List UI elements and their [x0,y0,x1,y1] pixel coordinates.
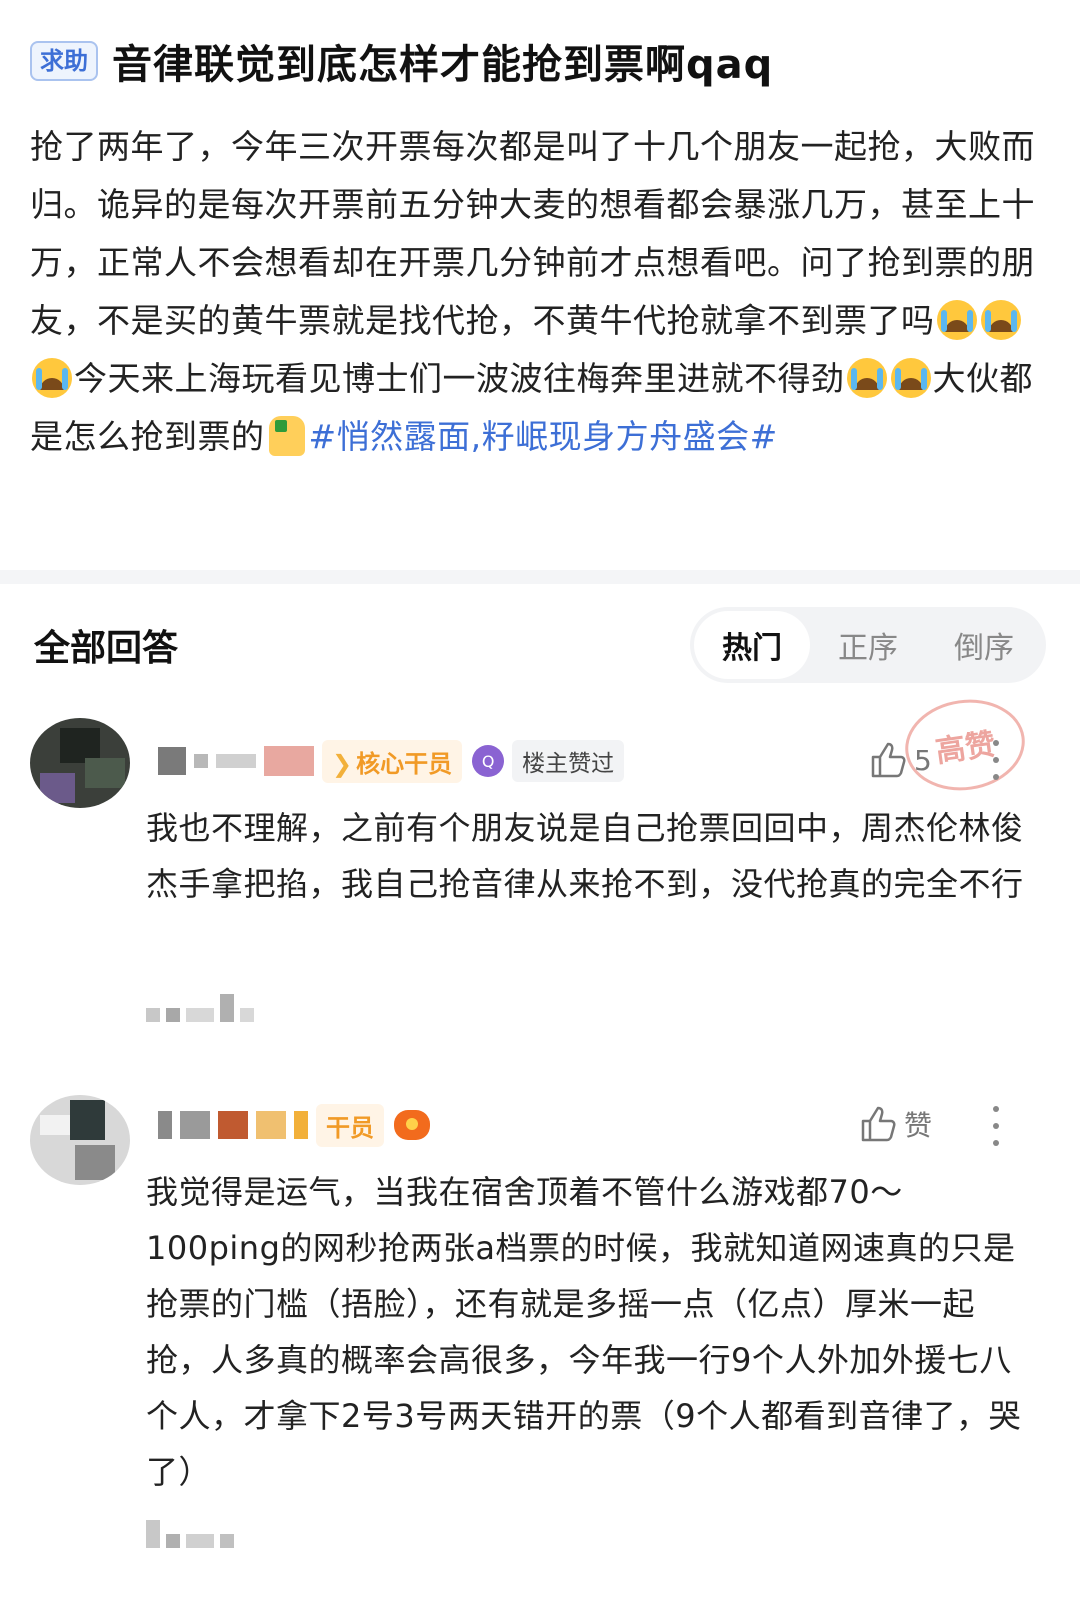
crying-emoji-icon [980,300,1021,340]
post-title: 音律联觉到底怎样才能抢到票啊qaq [112,42,774,88]
thumbs-up-icon [871,742,906,778]
level-badge: ❯ 核心干员 [322,739,463,783]
owner-liked-badge: 楼主赞过 [512,740,625,782]
more-options-icon[interactable] [992,1106,1000,1146]
game-controller-icon [394,1110,430,1140]
thumbs-up-icon [861,1106,896,1142]
level-badge: 干员 [316,1103,384,1147]
answers-header: 全部回答 热门 正序 倒序 [34,607,1046,683]
username-blurred[interactable] [158,1111,308,1139]
like-button[interactable]: 赞 [858,1104,932,1144]
answer-footer-blurred [146,994,254,1022]
post-header: 求助 音律联觉到底怎样才能抢到票啊qaq [30,32,1050,90]
tab-hot[interactable]: 热门 [694,611,810,679]
crying-emoji-icon [890,358,931,398]
tab-ascending[interactable]: 正序 [810,611,926,679]
tab-descending[interactable]: 倒序 [926,611,1042,679]
crying-emoji-icon [846,358,887,398]
answer-footer-blurred [146,1520,234,1548]
pray-emoji-icon [268,416,305,456]
answer-text: 我也不理解，之前有个朋友说是自己抢票回回中，周杰伦林俊杰手拿把掐，我自己抢音律从… [146,809,1024,903]
crying-emoji-icon [936,300,977,340]
username-blurred[interactable] [158,746,314,776]
avatar[interactable] [30,718,130,808]
answers-title: 全部回答 [34,628,179,669]
section-divider [0,570,1080,584]
like-label: 赞 [904,1109,933,1142]
hashtag-link[interactable]: #悄然露面,籽岷现身方舟盛会# [309,417,778,456]
post-body-text-1: 抢了两年了，今年三次开票每次都是叫了十几个朋友一起抢，大败而归。诡异的是每次开票… [30,127,1035,340]
post-body-text-2: 今天来上海玩看见博士们一波波往梅奔里进就不得劲 [74,359,845,398]
like-count: 5 [914,743,932,777]
answer-text: 我觉得是运气，当我在宿舍顶着不管什么游戏都70～100ping的网秒抢两张a档票… [146,1173,1022,1491]
post-body: 抢了两年了，今年三次开票每次都是叫了十几个朋友一起抢，大败而归。诡异的是每次开票… [30,118,1040,466]
more-options-icon[interactable] [992,740,1000,780]
help-tag-badge[interactable]: 求助 [30,41,98,81]
avatar[interactable] [30,1095,130,1185]
crying-emoji-icon [32,358,72,398]
like-button[interactable]: 5 [868,740,932,780]
owner-avatar-icon: Q [472,745,505,777]
sort-tabs: 热门 正序 倒序 [690,607,1046,683]
